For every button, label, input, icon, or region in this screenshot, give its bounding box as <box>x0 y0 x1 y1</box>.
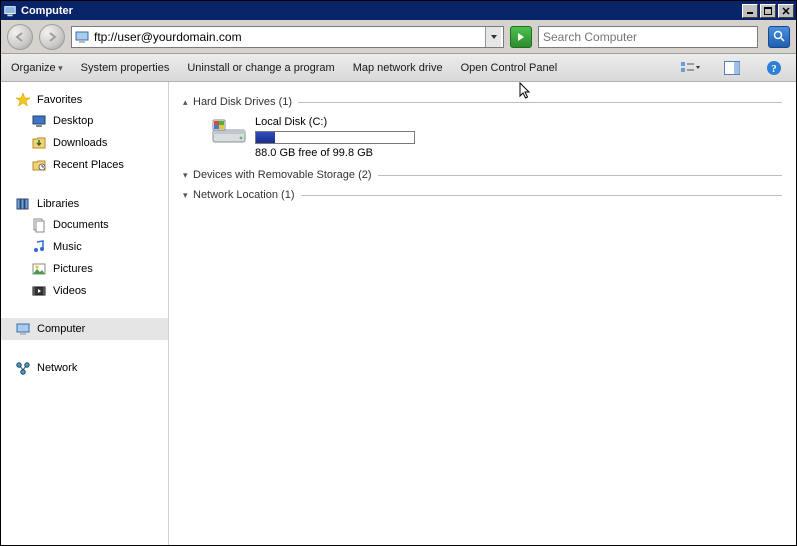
system-properties-button[interactable]: System properties <box>81 62 170 74</box>
drive-free-text: 88.0 GB free of 99.8 GB <box>255 147 415 159</box>
drive-name: Local Disk (C:) <box>255 116 415 128</box>
computer-icon <box>15 321 31 337</box>
organize-menu[interactable]: Organize <box>11 62 63 74</box>
hard-drive-icon <box>209 116 245 146</box>
address-input[interactable] <box>94 30 485 44</box>
svg-text:?: ? <box>771 63 777 75</box>
sidebar-item-label: Documents <box>53 219 109 231</box>
nav-toolbar <box>1 20 796 54</box>
expand-icon: ▾ <box>183 190 193 201</box>
recent-places-icon <box>31 157 47 173</box>
divider <box>378 175 782 176</box>
uninstall-program-button[interactable]: Uninstall or change a program <box>187 62 334 74</box>
map-network-drive-button[interactable]: Map network drive <box>353 62 443 74</box>
window-title: Computer <box>21 5 742 17</box>
collapse-icon: ▴ <box>183 97 193 108</box>
window-controls <box>742 4 794 18</box>
close-button[interactable] <box>778 4 794 18</box>
search-box[interactable] <box>538 26 758 48</box>
drive-info: Local Disk (C:) 88.0 GB free of 99.8 GB <box>255 116 415 159</box>
search-input[interactable] <box>543 30 753 44</box>
divider <box>301 195 783 196</box>
favorites-group[interactable]: Favorites <box>1 88 168 110</box>
libraries-icon <box>15 196 31 212</box>
section-removable-storage[interactable]: ▾ Devices with Removable Storage (2) <box>183 169 782 181</box>
forward-button[interactable] <box>39 24 65 50</box>
sidebar-item-label: Pictures <box>53 263 93 275</box>
sidebar-item-documents[interactable]: Documents <box>1 214 168 236</box>
open-control-panel-button[interactable]: Open Control Panel <box>461 62 558 74</box>
section-hard-disk-drives[interactable]: ▴ Hard Disk Drives (1) <box>183 96 782 108</box>
favorites-label: Favorites <box>37 94 82 106</box>
music-icon <box>31 239 47 255</box>
sidebar-item-music[interactable]: Music <box>1 236 168 258</box>
sidebar-item-desktop[interactable]: Desktop <box>1 110 168 132</box>
address-bar[interactable] <box>71 26 504 48</box>
expand-icon: ▾ <box>183 170 193 181</box>
maximize-button[interactable] <box>760 4 776 18</box>
sidebar-item-label: Desktop <box>53 115 93 127</box>
libraries-group[interactable]: Libraries <box>1 192 168 214</box>
drive-usage-bar <box>255 131 415 144</box>
titlebar: Computer <box>1 1 796 20</box>
drive-item-local-disk-c[interactable]: Local Disk (C:) 88.0 GB free of 99.8 GB <box>209 116 782 159</box>
libraries-label: Libraries <box>37 198 79 210</box>
sidebar-item-recent-places[interactable]: Recent Places <box>1 154 168 176</box>
search-button[interactable] <box>768 26 790 48</box>
drive-usage-fill <box>256 132 275 143</box>
address-dropdown[interactable] <box>485 27 501 47</box>
command-bar: Organize System properties Uninstall or … <box>1 54 796 82</box>
sidebar-item-pictures[interactable]: Pictures <box>1 258 168 280</box>
sidebar-item-videos[interactable]: Videos <box>1 280 168 302</box>
sidebar-item-label: Videos <box>53 285 86 297</box>
help-button[interactable]: ? <box>762 58 786 78</box>
pictures-icon <box>31 261 47 277</box>
star-icon <box>15 92 31 108</box>
sidebar-item-label: Music <box>53 241 82 253</box>
computer-icon <box>3 4 17 18</box>
network-icon <box>15 360 31 376</box>
back-button[interactable] <box>7 24 33 50</box>
sidebar-item-label: Network <box>37 362 77 374</box>
section-network-location[interactable]: ▾ Network Location (1) <box>183 189 782 201</box>
preview-pane-button[interactable] <box>720 58 744 78</box>
minimize-button[interactable] <box>742 4 758 18</box>
downloads-icon <box>31 135 47 151</box>
section-label: Network Location (1) <box>193 189 295 201</box>
computer-icon <box>74 29 90 45</box>
sidebar-item-computer[interactable]: Computer <box>1 318 168 340</box>
section-label: Devices with Removable Storage (2) <box>193 169 372 181</box>
navigation-pane: Favorites Desktop Downloads Recent Place… <box>1 82 169 545</box>
sidebar-item-label: Computer <box>37 323 85 335</box>
sidebar-item-label: Recent Places <box>53 159 124 171</box>
desktop-icon <box>31 113 47 129</box>
documents-icon <box>31 217 47 233</box>
go-button[interactable] <box>510 26 532 48</box>
sidebar-item-label: Downloads <box>53 137 107 149</box>
change-view-button[interactable] <box>678 58 702 78</box>
sidebar-item-downloads[interactable]: Downloads <box>1 132 168 154</box>
divider <box>298 102 782 103</box>
content-pane: ▴ Hard Disk Drives (1) <box>169 82 796 545</box>
section-label: Hard Disk Drives (1) <box>193 96 292 108</box>
videos-icon <box>31 283 47 299</box>
sidebar-item-network[interactable]: Network <box>1 356 168 378</box>
